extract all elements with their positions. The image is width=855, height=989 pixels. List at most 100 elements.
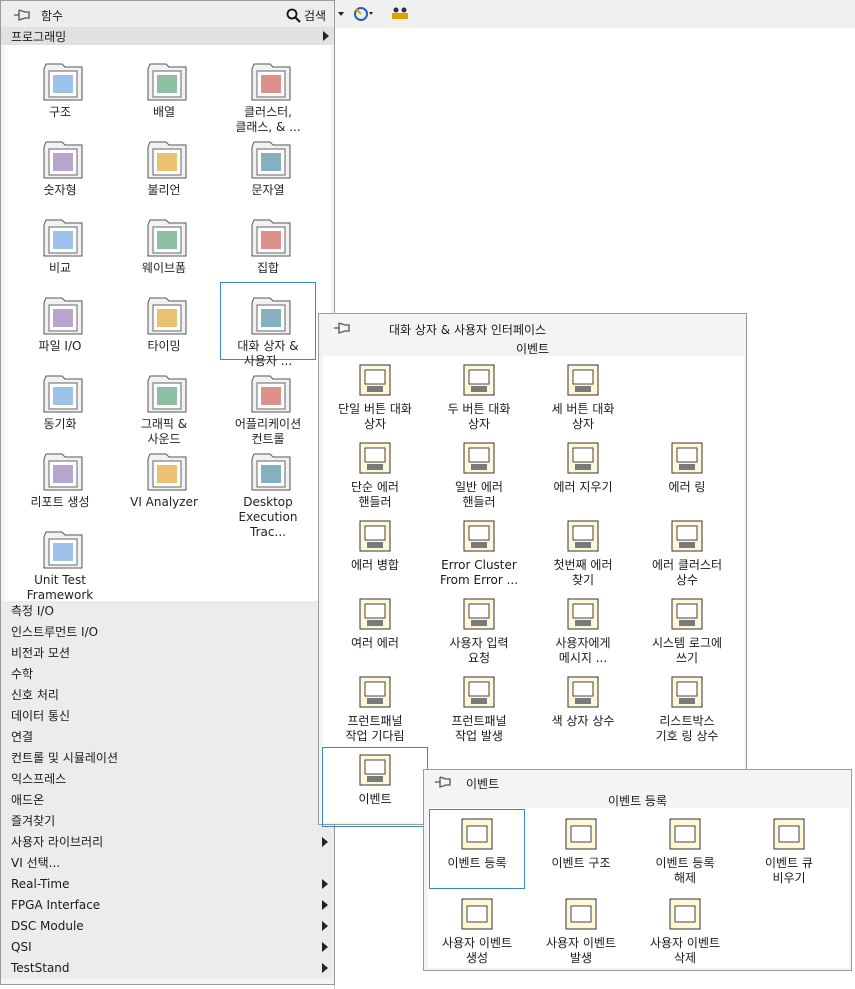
dialog-tile-multiple-errors[interactable]: 여러 에러 <box>323 592 427 670</box>
string-icon <box>251 141 291 179</box>
category-label: QSI <box>11 940 32 954</box>
palette-tile-string[interactable]: 문자열 <box>221 127 315 203</box>
dialog-tile-find-first-error[interactable]: 첫번째 에러 찾기 <box>531 514 635 592</box>
category-label: 애드온 <box>11 793 45 807</box>
palette-tile-array[interactable]: 배열 <box>117 49 211 125</box>
category-item[interactable]: DSC Module <box>1 916 334 937</box>
fire-front-panel-icon <box>463 676 495 708</box>
palette-tile-report[interactable]: 리포트 생성 <box>13 439 107 515</box>
palette-tile-cluster[interactable]: 클러스터, 클래스, & ... <box>221 49 315 134</box>
category-item[interactable]: 사용자 라이브러리 <box>1 832 334 853</box>
tile-label: 구조 <box>48 105 72 119</box>
palette-tile-file-io[interactable]: 파일 I/O <box>13 283 107 359</box>
palette-tile-numeric[interactable]: 숫자형 <box>13 127 107 203</box>
pin-icon[interactable] <box>434 775 452 789</box>
dialog-tile-clear-errors[interactable]: 에러 지우기 <box>531 436 635 514</box>
category-item[interactable]: 데이터 통신 <box>1 706 334 727</box>
category-header-programming[interactable]: 프로그래밍 <box>1 27 334 45</box>
dialog-group-label: 이벤트 <box>515 342 550 356</box>
events-tile-create-user-event[interactable]: 사용자 이벤트 생성 <box>430 890 524 968</box>
dialog-tile-two-button-dialog[interactable]: 두 버튼 대화 상자 <box>427 358 531 436</box>
events-tile-destroy-user-event[interactable]: 사용자 이벤트 삭제 <box>638 890 732 968</box>
dialog-tile-wait-front-panel[interactable]: 프런트패널 작업 기다림 <box>323 670 427 748</box>
category-item[interactable]: QSI <box>1 937 334 958</box>
tile-label: 프런트패널 작업 발생 <box>451 714 507 743</box>
dialog-tile-one-button-dialog[interactable]: 단일 버튼 대화 상자 <box>323 358 427 436</box>
tile-label: Error Cluster From Error ... <box>439 558 519 587</box>
events-tile-flush-event-queue[interactable]: 이벤트 큐 비우기 <box>742 810 836 888</box>
set-icon <box>251 219 291 257</box>
dialog-tile-simple-error-handler[interactable]: 단순 에러 핸들러 <box>323 436 427 514</box>
palette-tile-synchronization[interactable]: 동기화 <box>13 361 107 437</box>
events-tile-unregister-events[interactable]: 이벤트 등록 해제 <box>638 810 732 888</box>
category-item[interactable]: VI 선택... <box>1 853 334 874</box>
generate-user-event-icon <box>565 898 597 930</box>
category-item[interactable]: 컨트롤 및 시뮬레이션 <box>1 748 334 769</box>
events-tile-event-structure[interactable]: 이벤트 구조 <box>534 810 628 888</box>
three-button-dialog-icon <box>567 364 599 396</box>
dialog-palette-title-bar[interactable]: 대화 상자 & 사용자 인터페이스 <box>319 314 746 340</box>
palette-tile-comparison[interactable]: 비교 <box>13 205 107 281</box>
dialog-tile-display-message[interactable]: 사용자에게 메시지 ... <box>531 592 635 670</box>
events-tile-generate-user-event[interactable]: 사용자 이벤트 발생 <box>534 890 628 968</box>
category-item[interactable]: 인스트루먼트 I/O <box>1 622 334 643</box>
dialog-tile-write-system-log[interactable]: 시스템 로그에 쓰기 <box>635 592 739 670</box>
category-item[interactable]: Real-Time <box>1 874 334 895</box>
category-item[interactable]: 신호 처리 <box>1 685 334 706</box>
palette-tile-dialog[interactable]: 대화 상자 & 사용자 ... <box>220 282 316 368</box>
tile-label: 에러 클러스터 상수 <box>651 558 723 587</box>
dialog-tile-error-cluster-constant[interactable]: 에러 클러스터 상수 <box>635 514 739 592</box>
category-header-label: 프로그래밍 <box>11 30 67 44</box>
category-label: 컨트롤 및 시뮬레이션 <box>11 751 118 765</box>
dialog-tile-three-button-dialog[interactable]: 세 버튼 대화 상자 <box>531 358 635 436</box>
category-item[interactable]: 애드온 <box>1 790 334 811</box>
palette-tile-structures[interactable]: 구조 <box>13 49 107 125</box>
dialog-tile-prompt-user-input[interactable]: 사용자 입력 요청 <box>427 592 531 670</box>
numeric-icon <box>43 141 83 179</box>
unit-test-icon <box>43 531 83 569</box>
category-item[interactable]: 즐겨찾기 <box>1 811 334 832</box>
palette-tile-app-control[interactable]: 어플리케이션 컨트롤 <box>221 361 315 446</box>
tile-label: VI Analyzer <box>130 495 198 509</box>
palette-tile-waveform[interactable]: 웨이브폼 <box>117 205 211 281</box>
palette-tile-boolean[interactable]: 불리언 <box>117 127 211 203</box>
category-item[interactable]: 비전과 모션 <box>1 643 334 664</box>
palette-title: 함수 <box>41 9 64 23</box>
palette-tile-set[interactable]: 집합 <box>221 205 315 281</box>
dialog-tile-fire-front-panel[interactable]: 프런트패널 작업 발생 <box>427 670 531 748</box>
pin-icon[interactable] <box>333 321 351 335</box>
category-item[interactable]: TestStand <box>1 958 334 979</box>
search-button[interactable]: 검색 <box>284 5 332 25</box>
palette-tile-graphics-sound[interactable]: 그래픽 & 사운드 <box>117 361 211 446</box>
dialog-tile-error-ring[interactable]: 에러 링 <box>635 436 739 514</box>
dialog-tile-listbox-symbol-ring[interactable]: 리스트박스 기호 링 상수 <box>635 670 739 748</box>
boolean-icon <box>147 141 187 179</box>
category-item[interactable]: 측정 I/O <box>1 601 334 622</box>
category-item[interactable]: FPGA Interface <box>1 895 334 916</box>
dialog-tile-general-error-handler[interactable]: 일반 에러 핸들러 <box>427 436 531 514</box>
category-item[interactable]: 연결 <box>1 727 334 748</box>
dialog-tile-events[interactable]: 이벤트 <box>322 747 428 827</box>
palette-tile-unit-test[interactable]: Unit Test Framework <box>13 517 107 602</box>
category-item[interactable]: 수학 <box>1 664 334 685</box>
tile-label: 이벤트 큐 비우기 <box>765 856 813 885</box>
dialog-tile-merge-errors[interactable]: 에러 병합 <box>323 514 427 592</box>
tile-label: 사용자 이벤트 삭제 <box>649 936 721 965</box>
view-options-icon[interactable] <box>390 5 412 23</box>
events-tile-register-events[interactable]: 이벤트 등록 <box>429 809 525 889</box>
cleanup-diagram-icon[interactable] <box>352 5 374 23</box>
search-icon <box>286 8 301 23</box>
category-item[interactable]: 익스프레스 <box>1 769 334 790</box>
dialog-tile-error-cluster-from-code[interactable]: Error Cluster From Error ... <box>427 514 531 592</box>
tile-label: 웨이브폼 <box>141 261 187 275</box>
palette-tile-timing[interactable]: 타이밍 <box>117 283 211 359</box>
submenu-arrow-icon <box>322 879 328 889</box>
search-label: 검색 <box>304 9 327 23</box>
palette-tile-vi-analyzer[interactable]: VI Analyzer <box>117 439 211 515</box>
category-label: 수학 <box>11 667 34 681</box>
pin-icon[interactable] <box>13 8 31 22</box>
palette-tile-desktop-trace[interactable]: Desktop Execution Trac... <box>221 439 315 539</box>
events-palette-title-bar[interactable]: 이벤트 <box>424 770 851 792</box>
palette-title-bar[interactable]: 함수 검색 <box>1 1 334 27</box>
dialog-tile-color-box-constant[interactable]: 색 상자 상수 <box>531 670 635 748</box>
